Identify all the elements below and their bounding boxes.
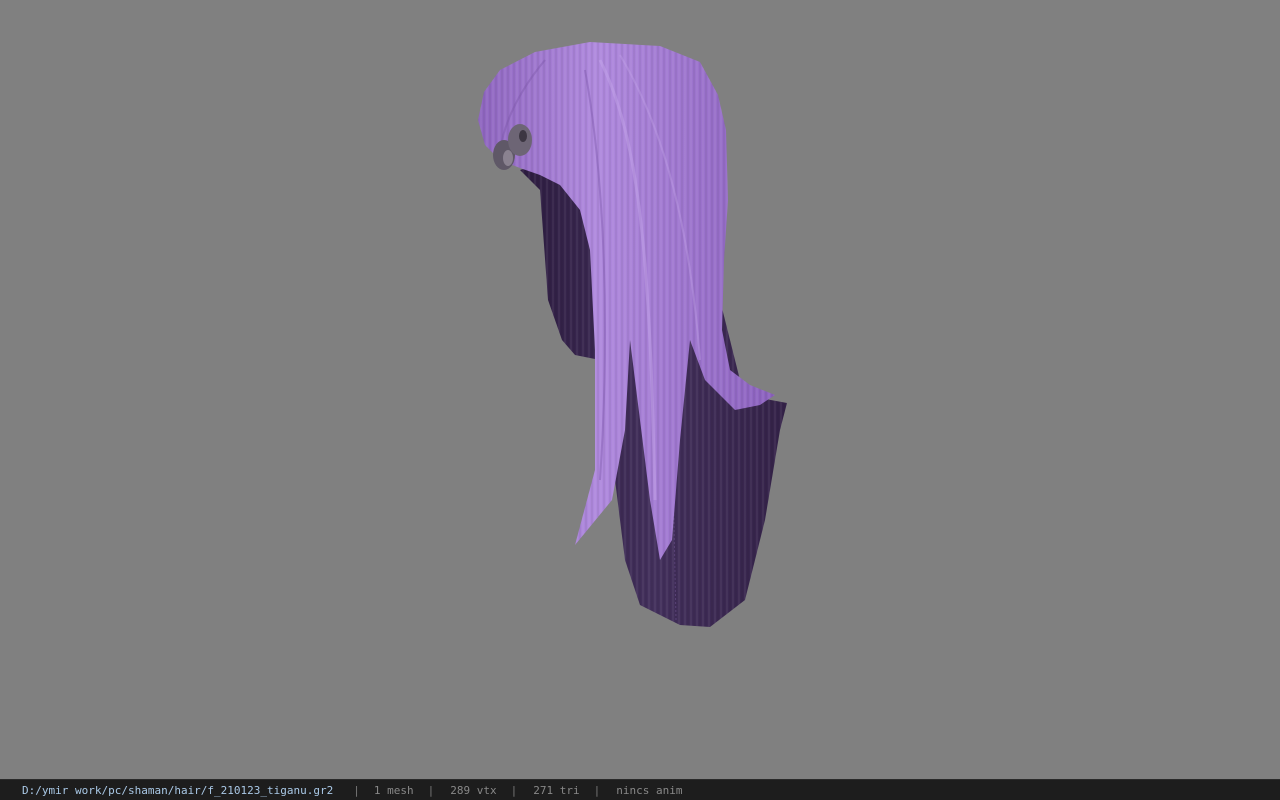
vertex-count: 289 vtx <box>450 783 497 797</box>
file-path: D:/ymir work/pc/shaman/hair/f_210123_tig… <box>22 783 334 797</box>
separator: | <box>593 783 601 797</box>
animation-status: nincs anim <box>616 783 683 797</box>
separator: | <box>510 783 518 797</box>
mesh-count: 1 mesh <box>373 783 414 797</box>
separator: | <box>427 783 435 797</box>
3d-viewport[interactable] <box>0 0 1280 779</box>
hair-model-render <box>478 42 787 627</box>
triangle-count: 271 tri <box>533 783 580 797</box>
status-bar: D:/ymir work/pc/shaman/hair/f_210123_tig… <box>0 779 1280 800</box>
separator: | <box>353 783 360 797</box>
